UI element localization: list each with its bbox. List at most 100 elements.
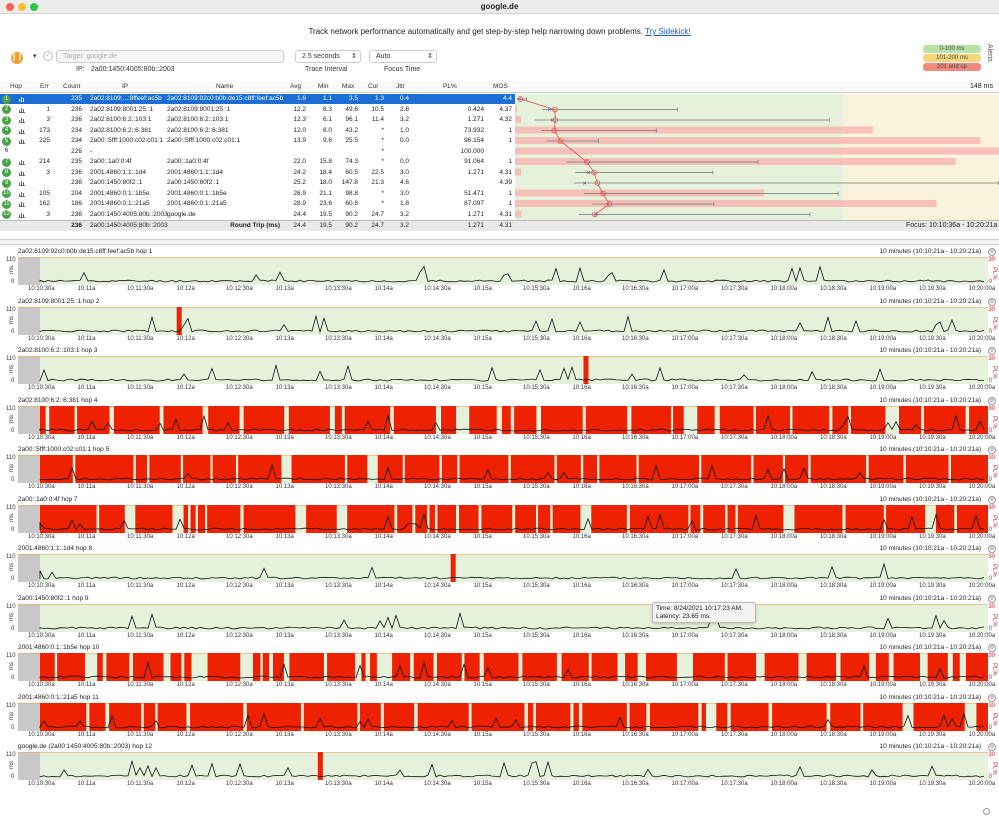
settings-gear-icon[interactable]: ⚙	[988, 446, 996, 454]
bar-graph-icon[interactable]	[19, 212, 25, 218]
focus-time-select[interactable]: Auto ⇕	[369, 50, 437, 63]
settings-gear-icon[interactable]: ⚙	[988, 743, 996, 751]
time-tick-label: 10:10:30a	[28, 533, 55, 540]
latency-timeline-chart[interactable]	[18, 504, 988, 533]
bar-graph-icon[interactable]	[19, 128, 25, 134]
latency-timeline-chart[interactable]	[18, 306, 988, 335]
col-max[interactable]: Max	[342, 83, 354, 90]
cell-avg: 26.9	[293, 189, 306, 197]
time-tick-label: 10:16a	[572, 335, 591, 342]
settings-gear-icon[interactable]: ⚙	[988, 396, 996, 405]
time-tick-label: 10:17:30a	[721, 484, 748, 490]
time-tick-label: 10:18:30a	[820, 583, 847, 589]
bar-graph-icon[interactable]	[19, 191, 25, 197]
bar-graph-icon[interactable]	[19, 96, 25, 102]
latency-timeline-chart[interactable]	[18, 554, 988, 582]
bar-graph-icon[interactable]	[19, 138, 25, 144]
time-tick-label: 10:12a	[176, 335, 195, 342]
sidekick-link[interactable]: Try Sidekick!	[645, 27, 691, 36]
time-tick-label: 10:20:00a	[968, 434, 996, 441]
col-ip[interactable]: IP	[122, 83, 128, 90]
settings-gear-icon[interactable]: ⚙	[988, 248, 996, 256]
cell-count: 236	[71, 168, 82, 176]
col-avg[interactable]: Avg	[290, 83, 301, 90]
bar-graph-icon[interactable]	[19, 159, 25, 165]
options-chevron-icon[interactable]: ▾	[33, 52, 37, 60]
time-tick-label: 10:14:30a	[424, 484, 451, 490]
trace-interval-select[interactable]: 2.5 seconds ⇕	[295, 50, 361, 63]
col-name[interactable]: Name	[216, 83, 233, 90]
panel-title: 2001:4860:1:1::1d4 hop 8	[18, 545, 93, 552]
cell-name: 2001:4860:0:1::1b5e	[167, 189, 227, 197]
time-tick-label: 10:16a	[572, 533, 591, 540]
time-tick-label: 10:18:00a	[770, 434, 798, 441]
col-pl[interactable]: PL%	[443, 83, 457, 90]
col-count[interactable]: Count	[63, 83, 80, 90]
time-tick-label: 10:13a	[275, 632, 294, 639]
ms-zero-label: 0	[11, 625, 15, 632]
settings-gear-icon[interactable]: ⚙	[988, 545, 996, 553]
latency-timeline-chart[interactable]	[18, 455, 988, 483]
latency-timeline-chart[interactable]	[18, 603, 988, 632]
latency-timeline-chart[interactable]	[18, 257, 988, 285]
pl-axis-label: PL%	[991, 366, 997, 379]
latency-timeline-chart[interactable]	[18, 702, 988, 731]
split-divider[interactable]	[0, 239, 999, 245]
cell-cur: *	[381, 200, 384, 207]
cell-name: google.de	[167, 210, 196, 218]
settings-gear-icon[interactable]: ⚙	[988, 347, 996, 355]
ms-zero-label: 0	[11, 675, 15, 681]
pl-axis-label: PL%	[991, 712, 997, 726]
latency-timeline-chart[interactable]	[18, 752, 988, 780]
pl-axis-label: PL%	[991, 663, 997, 676]
pl-axis-label: PL%	[991, 514, 997, 528]
settings-gear-icon[interactable]: ⚙	[988, 644, 996, 652]
ms-top-label: 110	[6, 356, 16, 362]
timeline-scroll-handle[interactable]	[983, 808, 990, 815]
col-err[interactable]: Err	[40, 83, 49, 90]
settings-gear-icon[interactable]: ⚙	[988, 495, 996, 504]
pl-axis-label: PL%	[991, 465, 997, 478]
cell-count: 186	[71, 200, 82, 207]
cell-ip: 2001:4860:0:1::1b5e	[90, 189, 150, 197]
panel-title: 2a00::1a0:0:4f hop 7	[18, 495, 78, 503]
time-tick-label: 10:18:00a	[770, 731, 798, 738]
time-tick-label: 10:15a	[473, 434, 492, 441]
bar-graph-icon[interactable]	[19, 117, 25, 123]
time-tick-label: 10:14a	[374, 781, 393, 787]
panel-title: 2a02:8100:6:2::103:1 hop 3	[18, 347, 98, 354]
time-tick-label: 10:12a	[176, 434, 195, 441]
settings-gear-icon[interactable]: ⚙	[988, 693, 996, 702]
bar-graph-icon[interactable]	[19, 180, 25, 186]
alerts-tab[interactable]: Alerts	[986, 44, 993, 62]
time-tick-label: 10:17:00a	[671, 484, 699, 490]
latency-timeline-chart[interactable]	[18, 356, 988, 384]
ms-axis-label: ms	[9, 464, 15, 472]
pl-top-label: 30	[988, 603, 995, 610]
time-tick-label: 10:13a	[275, 484, 294, 490]
bar-graph-icon[interactable]	[19, 170, 25, 176]
latency-timeline-chart[interactable]	[18, 405, 988, 434]
settings-gear-icon[interactable]: ⚙	[988, 594, 996, 603]
bar-graph-icon[interactable]	[19, 201, 25, 207]
col-jttr[interactable]: Jttr	[396, 83, 405, 90]
rt-max: 90.2	[345, 222, 358, 229]
settings-gear-icon[interactable]: ⚙	[988, 297, 996, 306]
time-tick-label: 10:19:30a	[919, 731, 946, 738]
time-tick-label: 10:15a	[473, 335, 492, 342]
target-input[interactable]: Target: google.de	[56, 50, 284, 63]
time-tick-label: 10:18:00a	[770, 583, 798, 589]
time-tick-label: 10:16a	[572, 583, 591, 589]
col-cur[interactable]: Cur	[368, 83, 378, 90]
latency-timeline-chart[interactable]	[18, 653, 988, 681]
time-tick-label: 10:11a	[77, 335, 96, 342]
pause-button[interactable]: ❙❙	[11, 52, 23, 64]
col-mos[interactable]: MOS	[493, 83, 508, 90]
col-min[interactable]: Min	[318, 83, 328, 90]
checkmark-icon[interactable]: ✓	[43, 51, 53, 61]
time-tick-label: 10:19:00a	[869, 781, 897, 787]
ms-zero-label: 0	[11, 427, 15, 434]
bar-graph-icon[interactable]	[19, 107, 25, 113]
traceroute-graph[interactable]: ××××××	[515, 94, 999, 220]
col-hop[interactable]: Hop	[10, 83, 22, 90]
